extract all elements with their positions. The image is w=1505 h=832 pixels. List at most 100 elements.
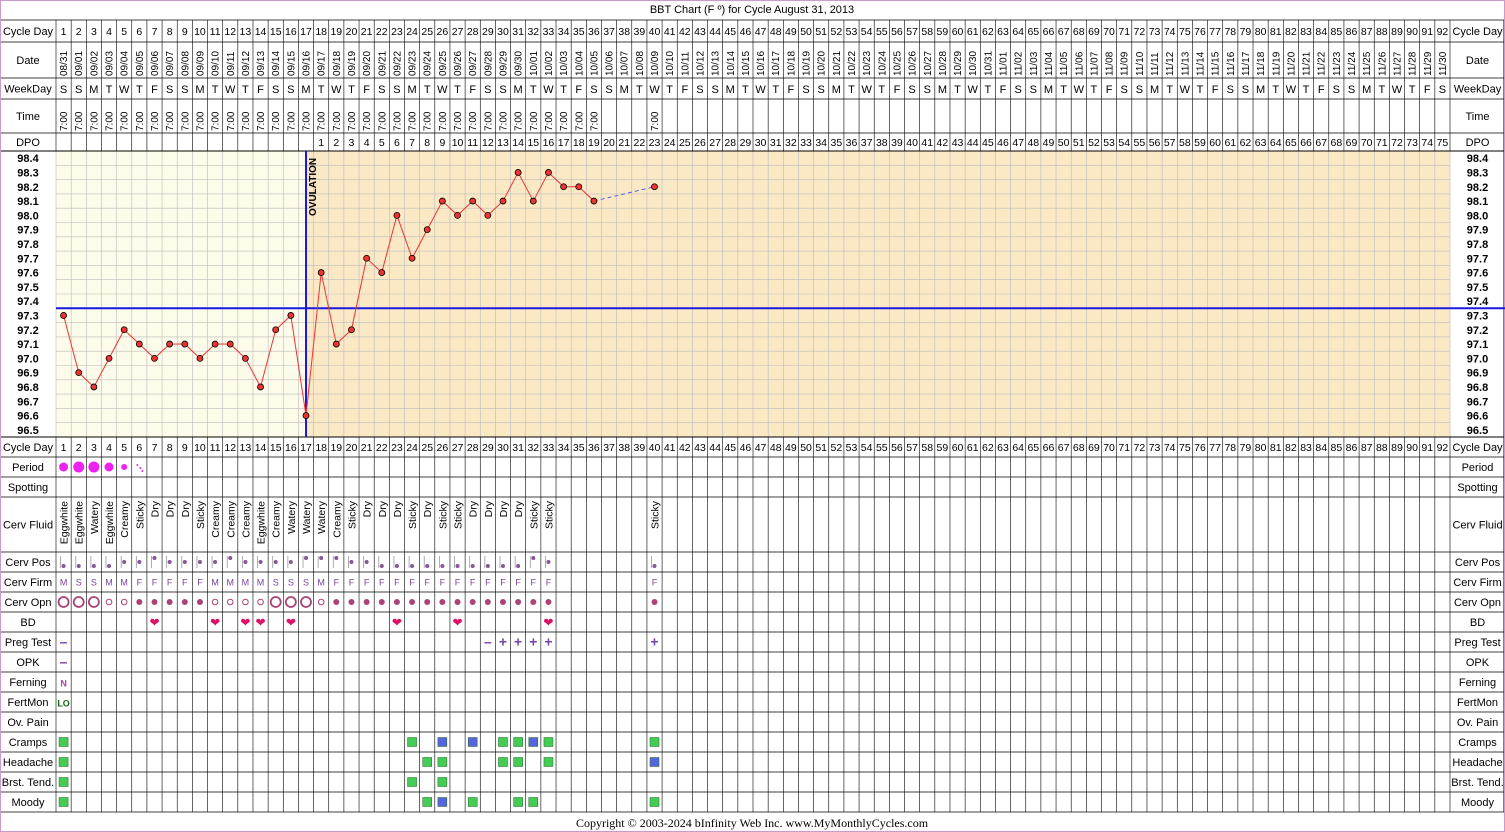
date-cell: 11/23 <box>1332 51 1343 76</box>
cerv-firm-cell: F <box>470 578 476 588</box>
dpo-number: 47 <box>1012 137 1024 149</box>
cerv-opn-medium <box>499 599 506 605</box>
y-tick-label-right: 98.3 <box>1467 167 1488 179</box>
weekday-cell: W <box>1074 84 1085 96</box>
cycle-day-number-bottom: 58 <box>921 442 933 454</box>
row-label-moody: Moody <box>11 797 45 809</box>
weekday-cell: S <box>484 84 491 96</box>
dpo-number: 40 <box>906 137 918 149</box>
cerv-firm-cell: M <box>317 578 325 588</box>
cerv-pos-dot <box>425 564 430 568</box>
cycle-day-number: 82 <box>1285 26 1297 38</box>
dpo-number: 37 <box>861 137 873 149</box>
row-label-opk: OPK <box>16 657 40 669</box>
row-label-right-cerv-opn: Cerv Opn <box>1454 597 1501 609</box>
weekday-cell: S <box>924 84 931 96</box>
date-cell: 10/03 <box>559 51 570 76</box>
dpo-number: 75 <box>1437 137 1449 149</box>
date-cell: 09/09 <box>195 51 206 76</box>
date-cell: 09/11 <box>226 51 237 76</box>
dpo-number: 73 <box>1406 137 1418 149</box>
date-cell: 09/18 <box>332 51 343 76</box>
date-cell: 11/22 <box>1317 51 1328 76</box>
copyright-footer[interactable]: Copyright © 2003-2024 bInfinity Web Inc.… <box>576 816 929 830</box>
dpo-number: 44 <box>967 137 979 149</box>
cerv-fluid-cell: Creamy <box>210 500 222 538</box>
y-tick-label-right: 97.7 <box>1467 253 1488 265</box>
date-cell: 09/14 <box>271 51 282 76</box>
temp-point <box>302 412 310 419</box>
time-cell: 7:00 <box>317 111 328 131</box>
temp-point <box>438 197 446 205</box>
date-cell: 09/28 <box>483 51 494 76</box>
row-label-right-cerv-firm: Cerv Firm <box>1453 577 1501 589</box>
cerv-fluid-cell: Creamy <box>119 500 131 538</box>
date-cell: 11/04 <box>1044 51 1055 76</box>
dpo-number: 19 <box>588 137 600 149</box>
dpo-number: 9 <box>439 137 445 149</box>
cerv-firm-cell: S <box>303 578 309 588</box>
date-cell: 11/20 <box>1286 51 1297 76</box>
cycle-day-number: 13 <box>240 26 252 38</box>
date-cell: 09/27 <box>468 51 479 76</box>
cycle-day-number: 6 <box>136 26 142 38</box>
cerv-opn-medium <box>439 599 446 605</box>
cycle-day-number-bottom: 69 <box>1088 442 1100 454</box>
cycle-day-number: 46 <box>740 26 752 38</box>
date-cell: 10/29 <box>953 51 964 76</box>
y-tick-label: 96.6 <box>17 411 38 423</box>
weekday-cell: T <box>1060 84 1067 96</box>
cycle-day-number-bottom: 51 <box>815 442 827 454</box>
weekday-cell: F <box>1106 84 1113 96</box>
row-label-right-cerv-fluid: Cerv Fluid <box>1452 520 1502 532</box>
period-dot <box>88 461 100 473</box>
time-cell: 7:00 <box>256 111 267 131</box>
temp-point <box>242 354 249 362</box>
y-tick-label: 97.8 <box>17 239 38 251</box>
temp-point <box>166 340 174 348</box>
temp-point <box>423 226 431 234</box>
cerv-opn-medium <box>378 599 385 605</box>
cerv-opn-medium <box>166 599 173 605</box>
cycle-day-number: 9 <box>182 26 188 38</box>
cerv-fluid-cell: Dry <box>513 500 525 517</box>
y-tick-label-right: 96.5 <box>1467 425 1488 437</box>
dpo-number: 69 <box>1346 137 1358 149</box>
weekday-cell: S <box>378 84 385 96</box>
temp-point <box>484 211 492 219</box>
cycle-day-number: 56 <box>891 26 903 38</box>
cycle-day-number: 79 <box>1240 26 1252 38</box>
row-label-time: Time <box>16 111 40 123</box>
cerv-firm-cell: M <box>105 578 113 588</box>
cerv-opn-medium <box>454 599 461 605</box>
cerv-fluid-cell: Creamy <box>271 500 283 538</box>
date-cell: 11/28 <box>1408 51 1419 76</box>
dpo-number: 74 <box>1421 137 1433 149</box>
time-cell: 7:00 <box>408 111 419 131</box>
dpo-number: 61 <box>1224 137 1236 149</box>
cycle-day-number-bottom: 35 <box>573 442 585 454</box>
cycle-day-number-bottom: 47 <box>755 442 767 454</box>
cycle-day-number: 37 <box>603 26 615 38</box>
y-tick-label: 97.3 <box>17 310 38 322</box>
cycle-day-number-bottom: 55 <box>876 442 888 454</box>
cerv-pos-dot <box>122 560 127 564</box>
cycle-day-number: 75 <box>1179 26 1191 38</box>
y-tick-label-right: 98.0 <box>1467 210 1488 222</box>
weekday-cell: T <box>1378 84 1385 96</box>
weekday-cell: T <box>878 84 885 96</box>
cerv-firm-cell: F <box>152 578 158 588</box>
time-cell: 7:00 <box>438 111 449 131</box>
dpo-number: 7 <box>409 137 415 149</box>
cerv-fluid-cell: Dry <box>180 500 192 517</box>
weekday-cell: M <box>726 84 735 96</box>
weekday-cell: T <box>106 84 113 96</box>
cycle-day-number-bottom: 44 <box>709 442 721 454</box>
weekday-cell: F <box>681 84 688 96</box>
cerv-pos-dot <box>546 560 551 564</box>
cycle-day-number: 7 <box>152 26 158 38</box>
temp-point <box>575 183 583 191</box>
cerv-firm-cell: F <box>515 578 521 588</box>
row-label-right-spotting: Spotting <box>1457 482 1497 494</box>
date-cell: 11/30 <box>1438 51 1449 76</box>
